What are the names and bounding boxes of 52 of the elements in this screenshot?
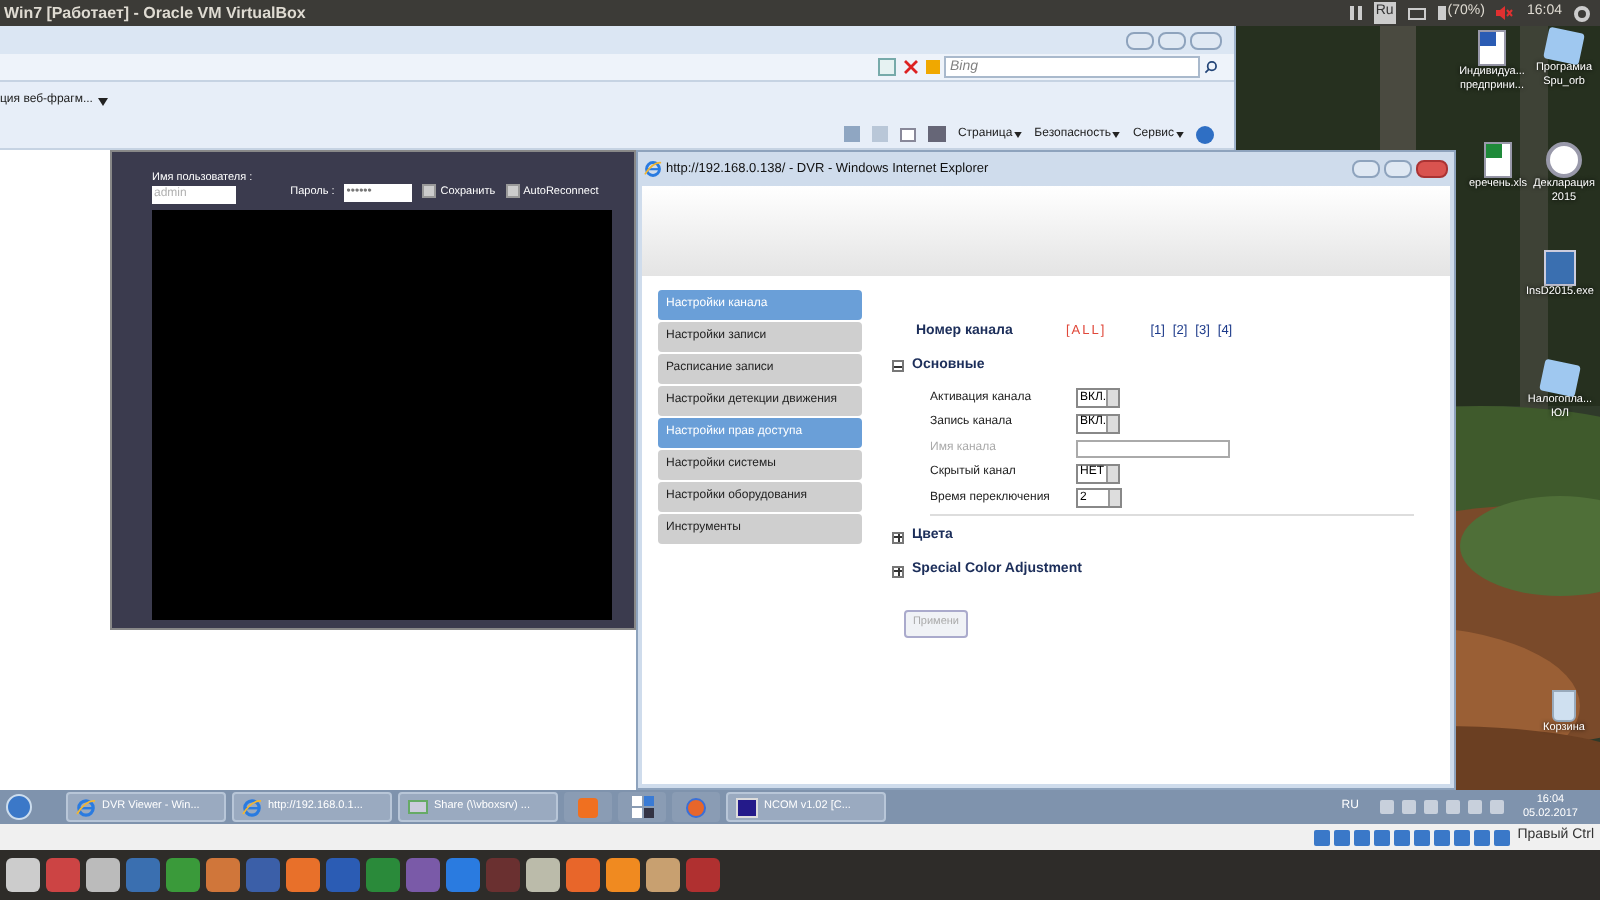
- settings-icon[interactable]: [1574, 5, 1590, 21]
- refresh-icon[interactable]: [878, 58, 896, 76]
- start-button[interactable]: [6, 794, 32, 820]
- caret-icon: [1176, 131, 1184, 137]
- launcher-icon[interactable]: [286, 858, 320, 892]
- launcher-icon[interactable]: [46, 858, 80, 892]
- firefox-icon: [686, 797, 706, 817]
- launcher-icon[interactable]: [446, 858, 480, 892]
- launcher-icon[interactable]: [166, 858, 200, 892]
- media-player-icon: [578, 797, 598, 817]
- close-button[interactable]: [1416, 160, 1448, 178]
- expand-icon[interactable]: [892, 565, 904, 577]
- help-icon[interactable]: [1196, 125, 1214, 143]
- close-button[interactable]: [1190, 31, 1222, 49]
- taskbar-button[interactable]: [618, 792, 666, 822]
- home-icon[interactable]: [843, 126, 860, 142]
- battery-icon[interactable]: [1437, 6, 1446, 20]
- stop-icon[interactable]: [902, 58, 920, 76]
- muted-speaker-icon[interactable]: [1496, 6, 1515, 20]
- caret-icon: [98, 97, 109, 105]
- window-title: Win7 [Работает] - Oracle VM VirtualBox: [4, 1, 306, 25]
- mail-icon[interactable]: [1407, 7, 1426, 19]
- expand-icon[interactable]: [892, 531, 904, 543]
- maximize-button[interactable]: [1158, 31, 1186, 49]
- tiles-icon: [631, 796, 653, 818]
- print-icon[interactable]: [927, 126, 946, 142]
- input-field[interactable]: [1076, 439, 1230, 458]
- browser-icon: [644, 160, 662, 178]
- browser-icon: [242, 797, 262, 817]
- minimize-button[interactable]: [1352, 160, 1380, 178]
- launcher-icon[interactable]: [126, 858, 160, 892]
- collapse-icon[interactable]: [892, 360, 904, 372]
- launcher-icon[interactable]: [86, 858, 120, 892]
- launcher-icon[interactable]: [6, 858, 40, 892]
- launcher-icon[interactable]: [206, 858, 240, 892]
- checkbox[interactable]: [505, 184, 520, 199]
- drive-icon: [408, 800, 428, 814]
- launcher-icon[interactable]: [566, 858, 600, 892]
- maximize-button[interactable]: [1384, 160, 1412, 178]
- caret-icon: [1014, 131, 1023, 137]
- launcher-icon[interactable]: [646, 858, 680, 892]
- caret-icon: [1112, 131, 1121, 137]
- search-icon[interactable]: [1204, 60, 1218, 74]
- launcher-icon[interactable]: [366, 858, 400, 892]
- checkbox[interactable]: [422, 184, 437, 199]
- minimize-button[interactable]: [1126, 31, 1154, 49]
- app-icon: [736, 797, 758, 817]
- mail-icon[interactable]: [899, 127, 916, 141]
- bing-icon: [926, 60, 940, 74]
- launcher-icon[interactable]: [526, 858, 560, 892]
- browser-icon: [76, 797, 96, 817]
- launcher-icon[interactable]: [606, 858, 640, 892]
